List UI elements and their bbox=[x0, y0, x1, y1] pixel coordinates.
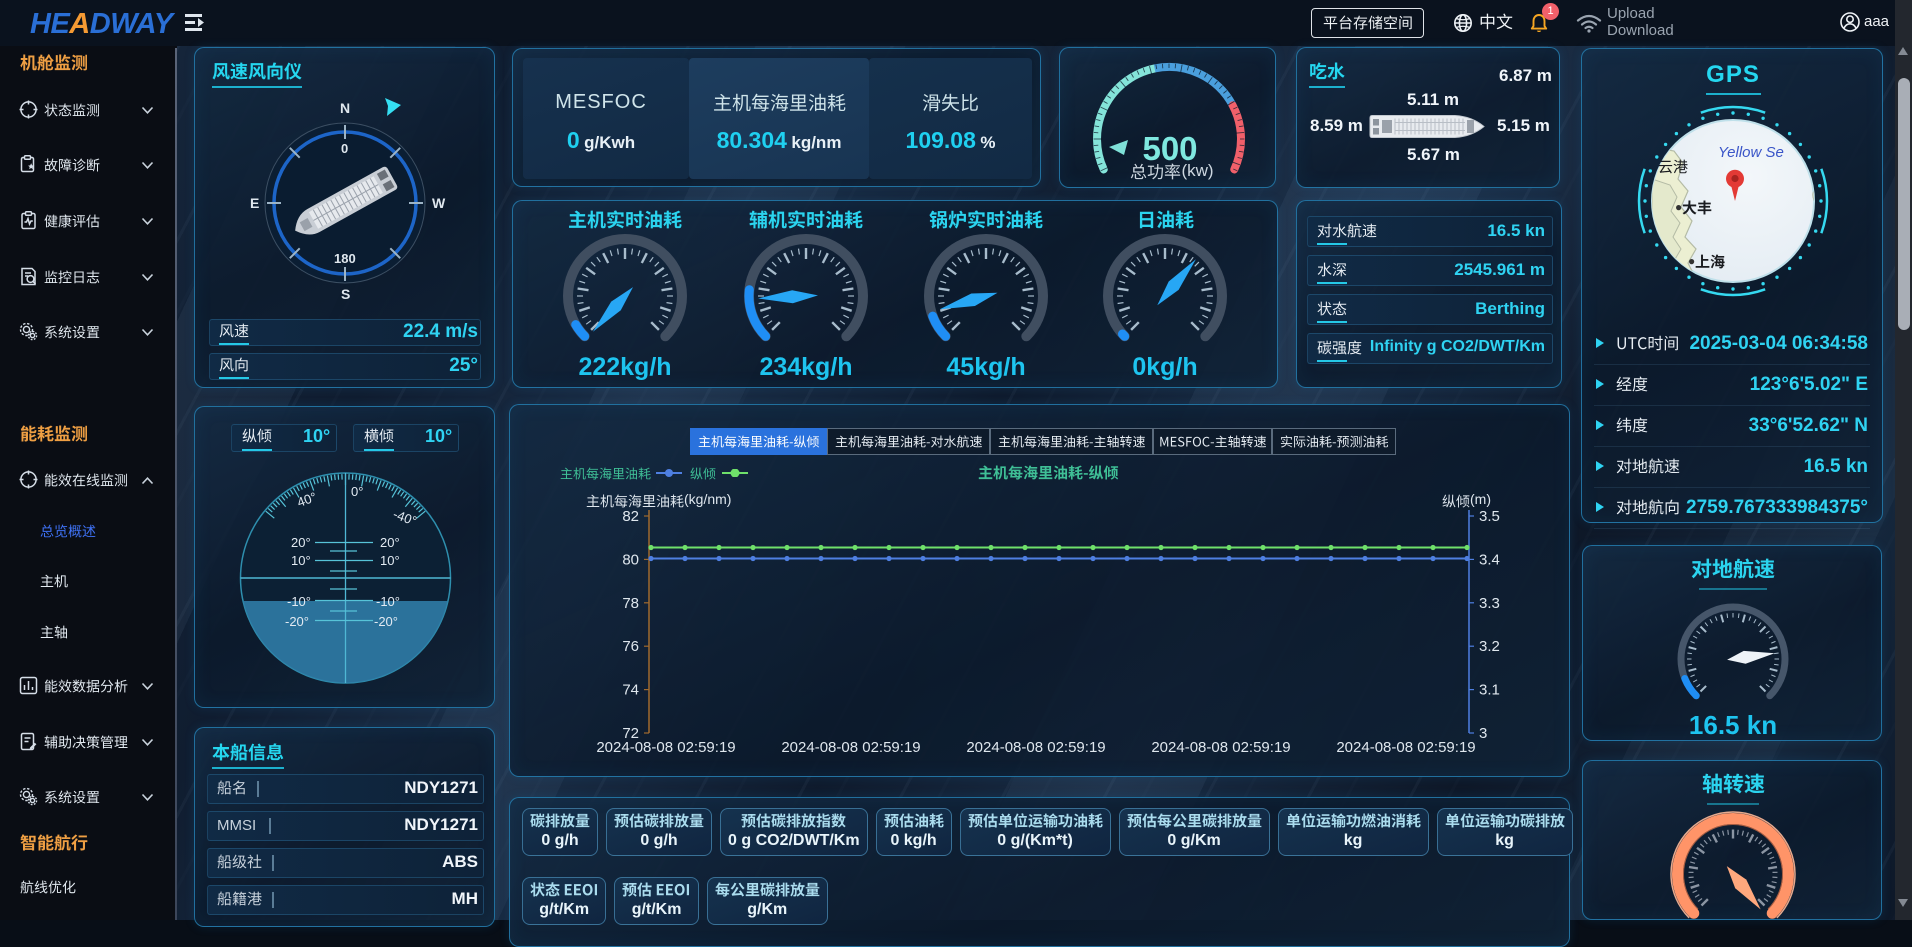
svg-text:2024-08-08 02:59:19: 2024-08-08 02:59:19 bbox=[966, 739, 1105, 756]
svg-text:3.3: 3.3 bbox=[1479, 595, 1500, 612]
svg-text:3.5: 3.5 bbox=[1479, 508, 1500, 525]
svg-text:2024-08-08 02:59:19: 2024-08-08 02:59:19 bbox=[1151, 739, 1290, 756]
svg-text:80: 80 bbox=[622, 551, 639, 568]
svg-text:76: 76 bbox=[622, 638, 639, 655]
svg-text:2024-08-08 02:59:19: 2024-08-08 02:59:19 bbox=[596, 739, 735, 756]
svg-text:78: 78 bbox=[622, 595, 639, 612]
svg-text:3: 3 bbox=[1479, 725, 1487, 742]
svg-text:2024-08-08 02:59:19: 2024-08-08 02:59:19 bbox=[781, 739, 920, 756]
svg-text:3.4: 3.4 bbox=[1479, 551, 1500, 568]
svg-text:74: 74 bbox=[622, 682, 639, 699]
svg-text:3.1: 3.1 bbox=[1479, 682, 1500, 699]
svg-text:3.2: 3.2 bbox=[1479, 638, 1500, 655]
svg-text:2024-08-08 02:59:19: 2024-08-08 02:59:19 bbox=[1336, 739, 1475, 756]
svg-text:82: 82 bbox=[622, 508, 639, 525]
